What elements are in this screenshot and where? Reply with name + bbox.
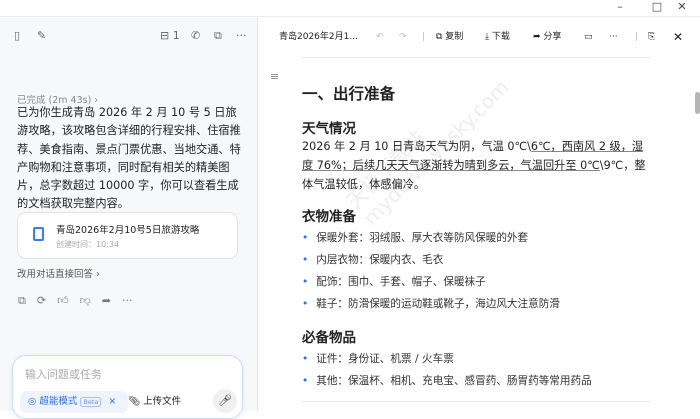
copy-button[interactable]: ⧉ 复制: [436, 31, 463, 43]
tasks-count: 1: [173, 29, 180, 42]
thumbs-up-icon[interactable]: 👍︎: [57, 294, 69, 308]
tasks-icon[interactable]: ⊟ 1: [160, 30, 180, 42]
document-title: 青岛2026年2月10号5日旅游攻略: [56, 222, 199, 236]
answer-directly-link[interactable]: 改用对话直接回答 ›: [17, 266, 100, 280]
message-actions: ⧉ ⟳ 👍︎ 👎︎ ➦ ···: [18, 294, 132, 308]
weather-heading: 天气情况: [302, 117, 356, 137]
document-card[interactable]: 青岛2026年2月10号5日旅游攻略 创建时间：10:34: [17, 212, 238, 259]
thumbs-down-icon[interactable]: 👎︎: [80, 294, 91, 308]
list-item: 鞋子：防滑保暖的运动鞋或靴子，海边风大注意防滑: [302, 296, 560, 311]
clothes-heading: 衣物准备: [302, 205, 356, 225]
share-button[interactable]: ➦ 分享: [533, 31, 561, 43]
outline-menu-icon[interactable]: ≡: [270, 71, 279, 83]
new-chat-icon[interactable]: ⧉: [214, 30, 222, 42]
microphone-button[interactable]: 🎤︎: [213, 389, 237, 413]
chat-input-placeholder[interactable]: 输入问题或任务: [25, 366, 102, 382]
document-panel: 青岛2026年2月1... ↶ ↷ | ⧉ 复制 ⤓ 下载 ➦ 分享 ▭ ···…: [259, 18, 700, 411]
weather-paragraph: 2026 年 2 月 10 日青岛天气为阴，气温 0℃\6℃，西南风 2 级，湿…: [302, 137, 650, 194]
regenerate-icon[interactable]: ⟳: [37, 294, 46, 308]
comment-icon[interactable]: ▭: [584, 31, 593, 43]
weather-text: 2026 年 2 月 10 日青岛天气为阴，气温 0℃\: [302, 140, 531, 153]
copy-label: 复制: [445, 32, 463, 42]
section-divider: [302, 401, 650, 402]
paperclip-icon: 📎︎: [128, 396, 140, 407]
download-label: 下载: [492, 32, 510, 42]
super-mode-chip[interactable]: ◎ 超能模式Beta ×: [20, 391, 128, 413]
list-item: 保暖外套：羽绒服、厚大衣等防风保暖的外套: [302, 230, 528, 245]
mode-close-button[interactable]: ×: [108, 396, 116, 407]
beta-badge: Beta: [80, 397, 101, 407]
more-icon[interactable]: ···: [236, 30, 247, 42]
export-icon[interactable]: ⎘: [648, 31, 655, 43]
maximize-button[interactable]: □: [647, 0, 667, 14]
chat-input[interactable]: 输入问题或任务 ◎ 超能模式Beta × 📎︎ 上传文件 🎤︎: [12, 355, 243, 419]
items-heading: 必备物品: [302, 326, 356, 346]
list-item: 证件：身份证、机票 / 火车票: [302, 351, 454, 366]
document-icon: [33, 227, 44, 241]
sidebar-toggle-icon[interactable]: ▯: [14, 30, 20, 42]
edit-icon[interactable]: ✎: [37, 30, 46, 42]
download-button[interactable]: ⤓ 下载: [485, 31, 510, 43]
close-panel-button[interactable]: ✕: [673, 31, 683, 43]
redo-icon[interactable]: ↷: [399, 31, 407, 43]
scrollbar[interactable]: [695, 92, 700, 114]
section-heading: 一、出行准备: [302, 82, 395, 104]
more-icon[interactable]: ···: [122, 294, 133, 308]
mode-label: 超能模式: [39, 396, 77, 407]
list-item: 配饰：围巾、手套、帽子、保暖袜子: [302, 274, 486, 289]
document-created-time: 创建时间：10:34: [56, 239, 119, 250]
document-tab-title[interactable]: 青岛2026年2月1...: [279, 31, 358, 43]
close-window-button[interactable]: ✕: [672, 0, 692, 14]
title-bar: – □ ✕: [0, 0, 700, 17]
list-item: 其他：保温杯、相机、充电宝、感冒药、肠胃药等常用药品: [302, 373, 592, 388]
divider: |: [422, 31, 425, 43]
copy-icon[interactable]: ⧉: [18, 294, 26, 308]
chat-panel: ▯ ✎ ⊟ 1 ✆ ⧉ ··· 已完成 (2m 43s) › 已为你生成青岛 2…: [0, 18, 258, 411]
upload-label: 上传文件: [143, 396, 181, 407]
undo-icon[interactable]: ↶: [376, 31, 384, 43]
planet-icon: ◎: [28, 396, 36, 407]
more-icon[interactable]: ···: [609, 31, 618, 43]
share-label: 分享: [543, 32, 561, 42]
phone-icon[interactable]: ✆: [191, 30, 200, 42]
list-item: 内层衣物：保暖内衣、毛衣: [302, 252, 443, 267]
assistant-message: 已为你生成青岛 2026 年 2 月 10 号 5 日旅游攻略，该攻略包含详细的…: [17, 104, 242, 214]
upload-file-button[interactable]: 📎︎ 上传文件: [128, 391, 181, 413]
divider: |: [635, 31, 638, 43]
minimize-button[interactable]: –: [610, 0, 630, 14]
share-icon[interactable]: ➦: [102, 294, 111, 308]
toolbar-divider: [302, 57, 650, 58]
